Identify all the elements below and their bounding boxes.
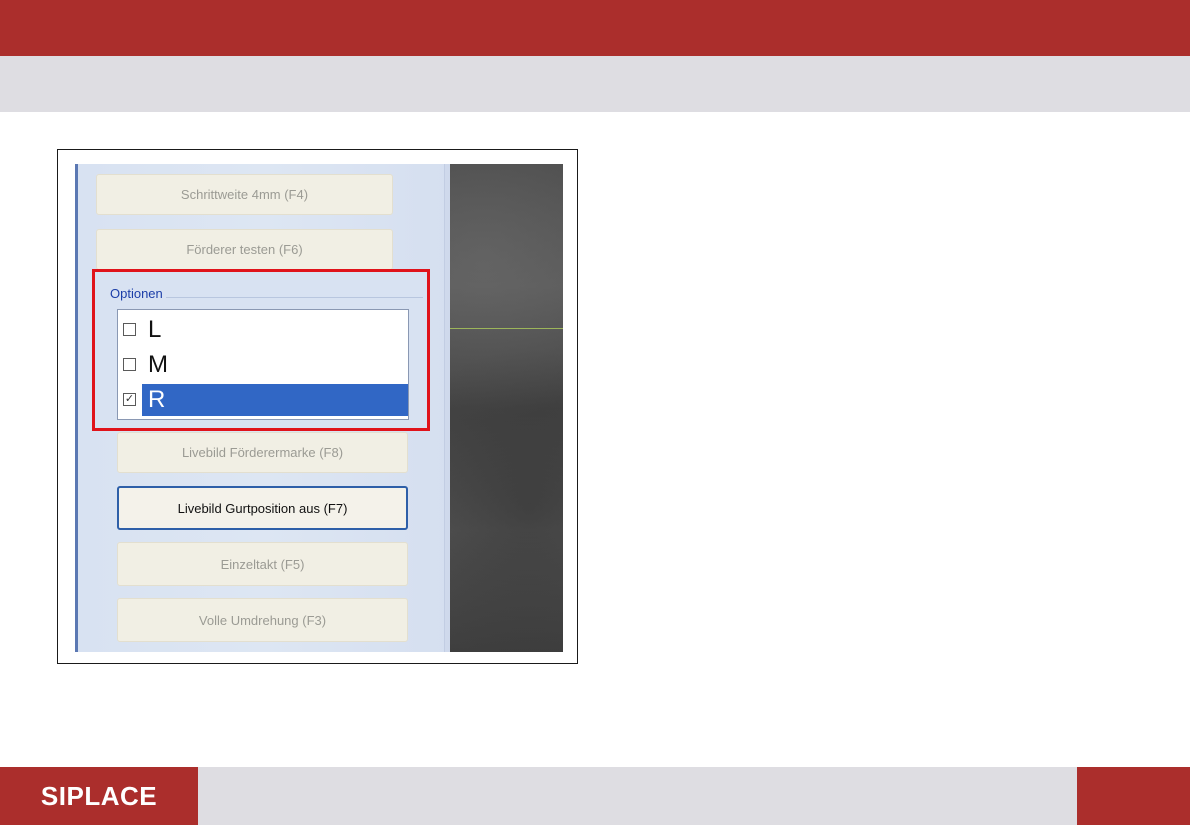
test-feeder-button[interactable]: Förderer testen (F6) xyxy=(96,229,393,270)
siplace-logo: SIPLACE xyxy=(0,767,198,825)
camera-live-image xyxy=(450,164,563,652)
test-feeder-button-label: Förderer testen (F6) xyxy=(186,242,303,257)
options-listbox[interactable]: L M ✓ R xyxy=(117,309,409,420)
checkbox-m[interactable] xyxy=(123,358,136,371)
camera-reference-line xyxy=(450,328,563,329)
option-label-m: M xyxy=(148,351,168,378)
frame-margin xyxy=(563,164,577,652)
single-cycle-button[interactable]: Einzeltakt (F5) xyxy=(117,542,408,586)
option-label-r: R xyxy=(142,384,408,416)
live-image-feeder-mark-label: Livebild Förderermarke (F8) xyxy=(181,445,344,460)
live-image-belt-position-button[interactable]: Livebild Gurtposition aus (F7) xyxy=(117,486,408,530)
logo-text: SIPLACE xyxy=(40,780,158,811)
checkbox-r[interactable]: ✓ xyxy=(123,393,136,406)
header-bar xyxy=(0,0,1190,56)
step-width-button-label: Schrittweite 4mm (F4) xyxy=(180,187,309,202)
option-item-l[interactable]: L xyxy=(118,312,408,348)
option-item-r[interactable]: ✓ R xyxy=(118,382,408,418)
live-image-belt-position-label: Livebild Gurtposition aus (F7) xyxy=(177,500,348,516)
screenshot-frame: Schrittweite 4mm (F4) Förderer testen (F… xyxy=(57,149,578,664)
checkbox-l[interactable] xyxy=(123,323,136,336)
full-rotation-button[interactable]: Volle Umdrehung (F3) xyxy=(117,598,408,642)
options-group-label: Optionen xyxy=(107,286,166,301)
option-label-l: L xyxy=(148,316,162,343)
step-width-button[interactable]: Schrittweite 4mm (F4) xyxy=(96,174,393,215)
option-item-m[interactable]: M xyxy=(118,347,408,383)
full-rotation-label: Volle Umdrehung (F3) xyxy=(198,612,327,628)
live-image-feeder-mark-button[interactable]: Livebild Förderermarke (F8) xyxy=(117,432,408,473)
footer-accent xyxy=(1077,767,1190,825)
single-cycle-label: Einzeltakt (F5) xyxy=(220,556,305,572)
options-highlight: Optionen L M ✓ R xyxy=(92,269,430,431)
subheader-bar xyxy=(0,56,1190,112)
